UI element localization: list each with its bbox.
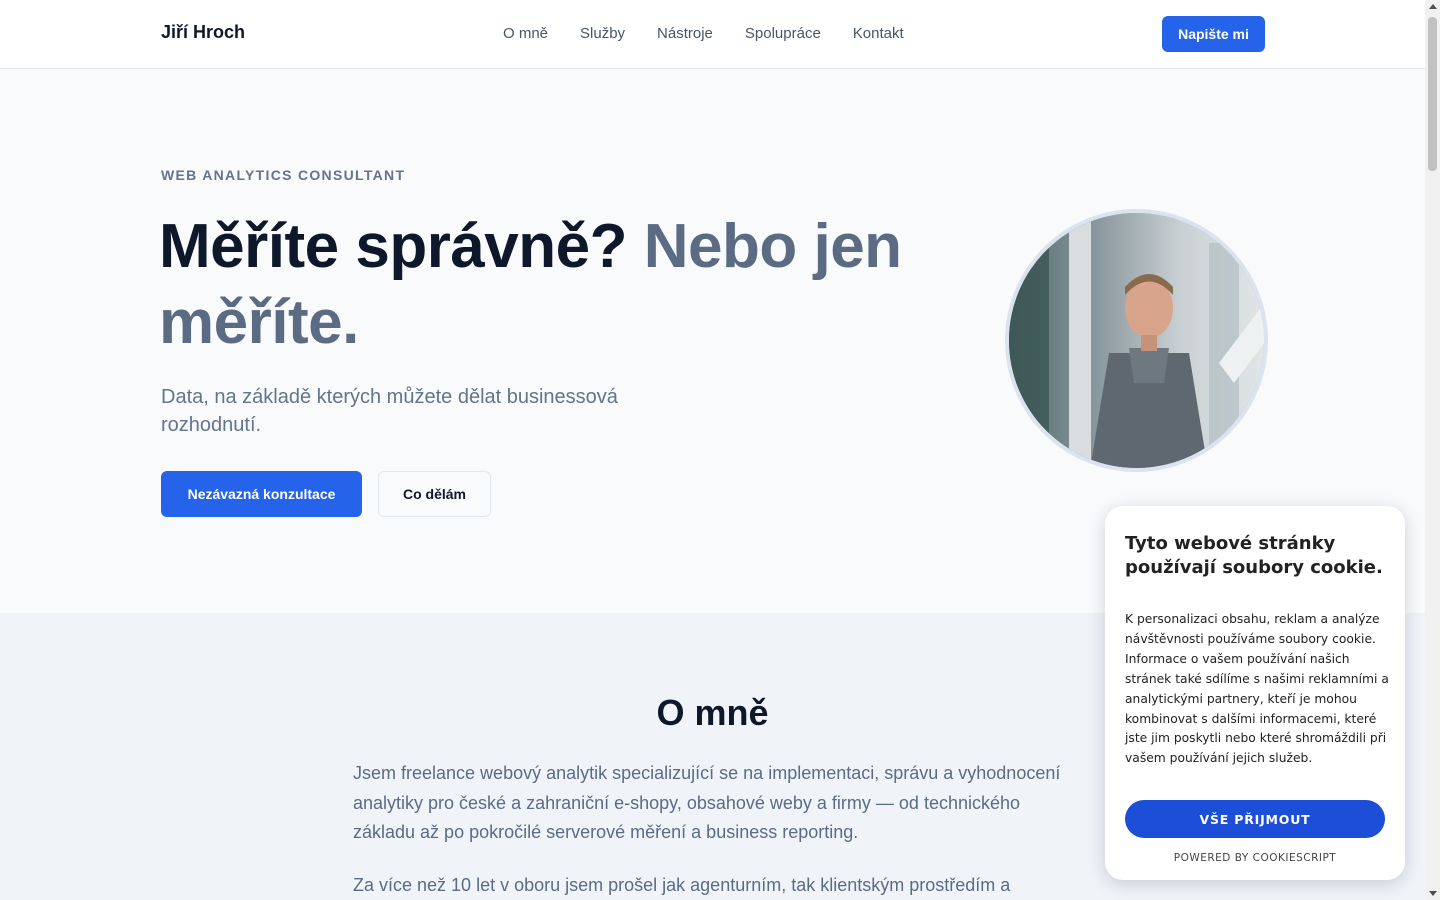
site-logo[interactable]: Jiří Hroch — [161, 22, 245, 43]
scroll-down-arrow-icon[interactable] — [1429, 891, 1437, 896]
nav-item-cooperation[interactable]: Spolupráce — [745, 25, 821, 42]
scrollbar-thumb[interactable] — [1428, 17, 1437, 171]
nav-item-about[interactable]: O mně — [503, 25, 548, 42]
cookie-title: Tyto webové stránky používají soubory co… — [1125, 533, 1383, 578]
about-paragraph-2: Za více než 10 let v oboru jsem prošel j… — [353, 875, 1011, 895]
write-me-button[interactable]: Napište mi — [1162, 16, 1265, 52]
scroll-up-arrow-icon[interactable] — [1429, 4, 1437, 9]
what-i-do-button[interactable]: Co dělám — [378, 471, 491, 517]
hero-subtitle: Data, na základě kterých můžete dělat bu… — [161, 386, 618, 436]
cookie-description: K personalizaci obsahu, reklam a analýze… — [1125, 612, 1389, 766]
site-header: Jiří Hroch O mně Služby Nástroje Spolupr… — [0, 0, 1425, 69]
accept-all-cookies-button[interactable]: VŠE PŘIJMOUT — [1125, 800, 1385, 838]
cookie-consent-dialog: Tyto webové stránky používají soubory co… — [1105, 506, 1405, 880]
consultation-button[interactable]: Nezávazná konzultace — [161, 471, 362, 517]
nav-item-contact[interactable]: Kontakt — [853, 25, 904, 42]
profile-photo — [1005, 209, 1268, 472]
page-scrollbar[interactable] — [1425, 0, 1440, 900]
hero-eyebrow: WEB ANALYTICS CONSULTANT — [161, 167, 406, 183]
cookiescript-powered-by-link[interactable]: POWERED BY COOKIESCRIPT — [1105, 852, 1405, 864]
nav-item-tools[interactable]: Nástroje — [657, 25, 713, 42]
profile-photo-illustration — [1009, 213, 1264, 468]
hero-headline: Měříte správně? Nebo jen měříte. — [159, 209, 959, 361]
nav-item-services[interactable]: Služby — [580, 25, 625, 42]
headline-main: Měříte správně? — [159, 212, 628, 281]
about-paragraph: Jsem freelance webový analytik specializ… — [353, 763, 1061, 842]
main-nav: O mně Služby Nástroje Spolupráce Kontakt — [503, 25, 904, 42]
